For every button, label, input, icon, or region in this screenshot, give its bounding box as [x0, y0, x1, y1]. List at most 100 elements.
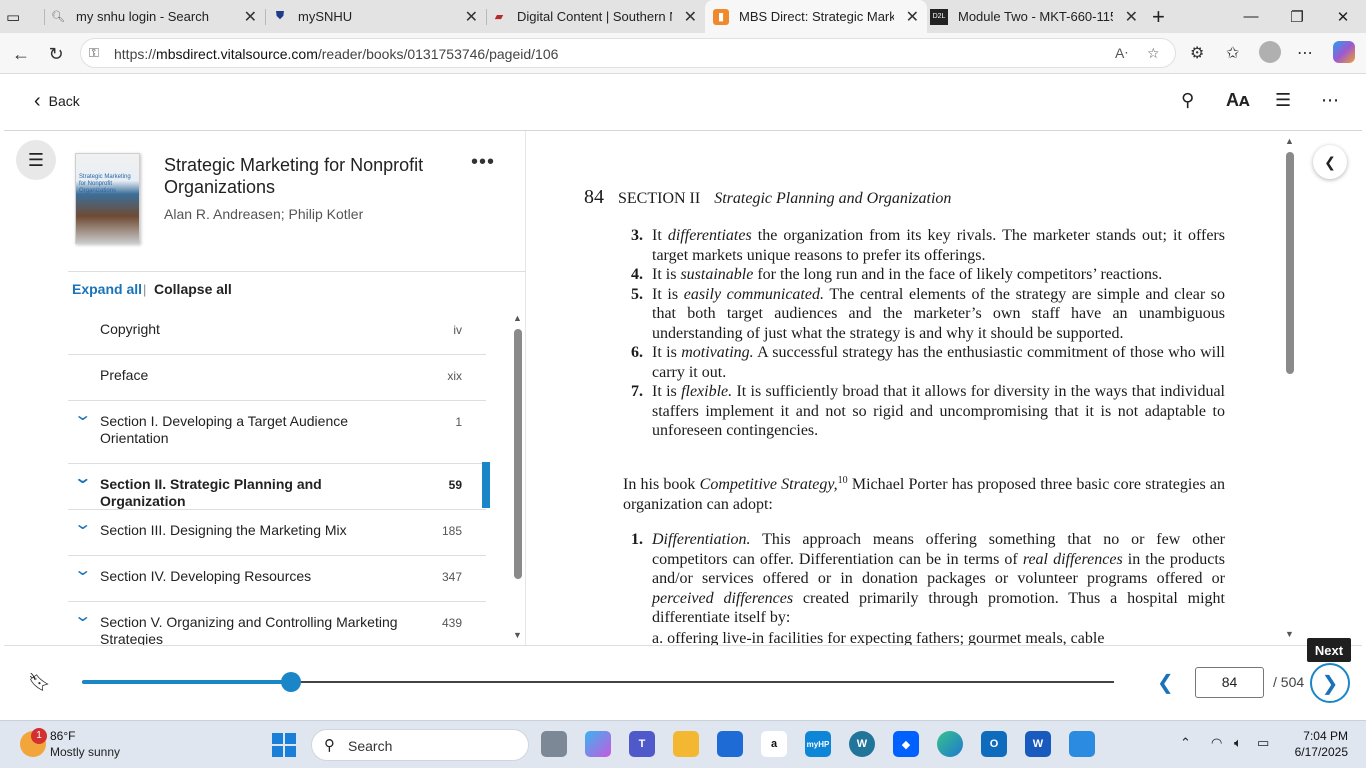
- weather-condition[interactable]: Mostly sunny: [50, 745, 120, 759]
- weather-temperature[interactable]: 86°F: [50, 729, 75, 743]
- toc-item[interactable]: Copyright iv: [68, 309, 486, 355]
- expand-all-link[interactable]: Expand all: [72, 281, 142, 297]
- toc-item[interactable]: ⌄ Section II. Strategic Planning and Orga…: [68, 464, 486, 510]
- list-item: 1. Differentiation. This approach means …: [631, 531, 1226, 626]
- tab-mbs-direct[interactable]: ▮ MBS Direct: Strategic Marketin ✕: [705, 0, 927, 33]
- book-more-icon[interactable]: •••: [471, 151, 495, 174]
- toc-item-label: Section IV. Developing Resources: [100, 568, 312, 584]
- active-section-indicator: [482, 462, 490, 508]
- task-view-icon[interactable]: [541, 731, 567, 757]
- chevron-down-icon[interactable]: ⌄: [73, 405, 92, 425]
- chevron-up-icon[interactable]: ⌃: [1180, 735, 1191, 751]
- close-icon[interactable]: ✕: [244, 7, 257, 27]
- close-icon[interactable]: ✕: [684, 7, 697, 27]
- new-tab-button[interactable]: +: [1152, 0, 1176, 33]
- search-icon: 🔍︎: [51, 11, 65, 23]
- previous-page-button[interactable]: ❮: [1157, 670, 1174, 695]
- chevron-left-icon: ❮: [1324, 153, 1336, 170]
- wordpress-icon[interactable]: W: [849, 731, 875, 757]
- more-menu-icon[interactable]: ⋯: [1297, 43, 1313, 63]
- page-scroll-up-icon[interactable]: ▲: [1285, 136, 1294, 146]
- separator: |: [143, 282, 147, 297]
- tab-snhu-search[interactable]: 🔍︎ my snhu login - Search ✕: [50, 0, 265, 33]
- notes-icon[interactable]: ☰: [1275, 90, 1291, 111]
- back-button[interactable]: ‹ Back: [34, 91, 80, 111]
- toc-item[interactable]: ⌄ Section V. Organizing and Controlling M…: [68, 602, 486, 645]
- copilot-app-icon[interactable]: [585, 731, 611, 757]
- back-nav-button[interactable]: ←: [8, 41, 34, 67]
- page-scroll-down-icon[interactable]: ▼: [1285, 629, 1294, 639]
- toc-scrollbar-thumb[interactable]: [514, 329, 522, 579]
- toc-item[interactable]: ⌄ Section IV. Developing Resources 347: [68, 556, 486, 602]
- profile-avatar-icon[interactable]: [1259, 41, 1281, 63]
- wifi-icon[interactable]: ◠: [1211, 735, 1222, 751]
- toc-toggle-button[interactable]: ☰: [16, 140, 56, 180]
- page-slider-handle[interactable]: [281, 672, 302, 692]
- page-scrollbar-thumb[interactable]: [1286, 152, 1294, 374]
- close-window-button[interactable]: ✕: [1320, 0, 1366, 33]
- tab-module-two[interactable]: D2L Module Two - MKT-660-1155 ✕: [930, 0, 1146, 33]
- read-aloud-icon[interactable]: Aᐧ: [1115, 45, 1128, 62]
- toc-item-page: 185: [441, 524, 462, 538]
- close-icon[interactable]: ✕: [1125, 7, 1138, 27]
- shield-icon: ⛊: [275, 10, 285, 22]
- page-number-input[interactable]: 84: [1195, 667, 1264, 698]
- next-page-button[interactable]: ❯: [1310, 663, 1350, 703]
- outlook-icon[interactable]: O: [981, 731, 1007, 757]
- chevron-right-icon: ❯: [1321, 672, 1339, 695]
- minimize-button[interactable]: —: [1228, 0, 1274, 33]
- clock-date[interactable]: 6/17/2025: [1288, 745, 1348, 759]
- teams-icon[interactable]: T: [629, 731, 655, 757]
- toc-item-page: 1: [455, 415, 462, 429]
- chevron-down-icon[interactable]: ⌄: [73, 560, 92, 580]
- favorite-star-icon[interactable]: ☆: [1147, 45, 1160, 62]
- toc-item[interactable]: Preface xix: [68, 355, 486, 401]
- book-page: 84 SECTION II Strategic Planning and Organ…: [527, 131, 1299, 645]
- dropbox-icon[interactable]: ◆: [893, 731, 919, 757]
- bookmark-icon[interactable]: 🔖︎: [28, 672, 51, 693]
- scroll-down-icon[interactable]: ▼: [513, 630, 522, 640]
- sub-list-item: a. offering live-in facilities for expec…: [652, 629, 1105, 646]
- battery-icon[interactable]: ▭: [1257, 735, 1269, 751]
- body-paragraph: In his book Competitive Strategy,10 Mich…: [623, 475, 1225, 513]
- store-icon[interactable]: [717, 731, 743, 757]
- close-icon[interactable]: ✕: [906, 7, 919, 27]
- refresh-button[interactable]: ↻: [43, 41, 69, 67]
- taskbar-search[interactable]: ⚲ Search: [311, 729, 529, 761]
- chevron-down-icon[interactable]: ⌄: [73, 606, 92, 626]
- toc-item-label: Preface: [100, 367, 149, 383]
- chevron-down-icon[interactable]: ⌄: [73, 514, 92, 534]
- copilot-icon[interactable]: [1333, 41, 1355, 63]
- close-icon[interactable]: ✕: [465, 7, 478, 27]
- myhp-icon[interactable]: myHP: [805, 731, 831, 757]
- tab-actions-button[interactable]: ▭: [6, 0, 34, 33]
- extensions-icon[interactable]: ⚙: [1190, 43, 1204, 63]
- toc-item[interactable]: ⌄ Section I. Developing a Target Audience…: [68, 401, 486, 464]
- more-options-icon[interactable]: ⋯: [1321, 90, 1339, 111]
- edge-icon[interactable]: [937, 731, 963, 757]
- chevron-down-icon[interactable]: ⌄: [73, 468, 92, 488]
- notification-badge: 1: [31, 728, 47, 744]
- collapse-side-panel-button[interactable]: ❮: [1313, 145, 1347, 179]
- text-size-icon[interactable]: Aᴀ: [1226, 90, 1250, 111]
- file-explorer-icon[interactable]: [673, 731, 699, 757]
- toc-item[interactable]: ⌄ Section III. Designing the Marketing Mi…: [68, 510, 486, 556]
- restore-button[interactable]: ❐: [1274, 0, 1320, 33]
- divider: [68, 271, 526, 272]
- collapse-all-link[interactable]: Collapse all: [154, 281, 232, 297]
- tab-actions-icon: ▭: [6, 8, 21, 26]
- toc-item-label: Section V. Organizing and Controlling Ma…: [100, 614, 398, 645]
- tab-mysnhu[interactable]: ⛊ mySNHU ✕: [272, 0, 486, 33]
- word-icon[interactable]: W: [1025, 731, 1051, 757]
- favorites-icon[interactable]: ✩: [1226, 43, 1239, 63]
- url-input[interactable]: ⚿ https://mbsdirect.vitalsource.com/read…: [80, 38, 1176, 68]
- start-button[interactable]: [272, 733, 296, 757]
- tab-digital-content[interactable]: ▰ Digital Content | Southern Ne ✕: [491, 0, 705, 33]
- clock-time[interactable]: 7:04 PM: [1298, 729, 1348, 743]
- photos-icon[interactable]: [1069, 731, 1095, 757]
- search-icon[interactable]: ⚲: [1181, 90, 1194, 111]
- site-info-icon[interactable]: ⚿: [89, 45, 99, 61]
- amazon-icon[interactable]: a: [761, 731, 787, 757]
- volume-icon[interactable]: 🔈︎: [1234, 735, 1242, 751]
- scroll-up-icon[interactable]: ▲: [513, 313, 522, 323]
